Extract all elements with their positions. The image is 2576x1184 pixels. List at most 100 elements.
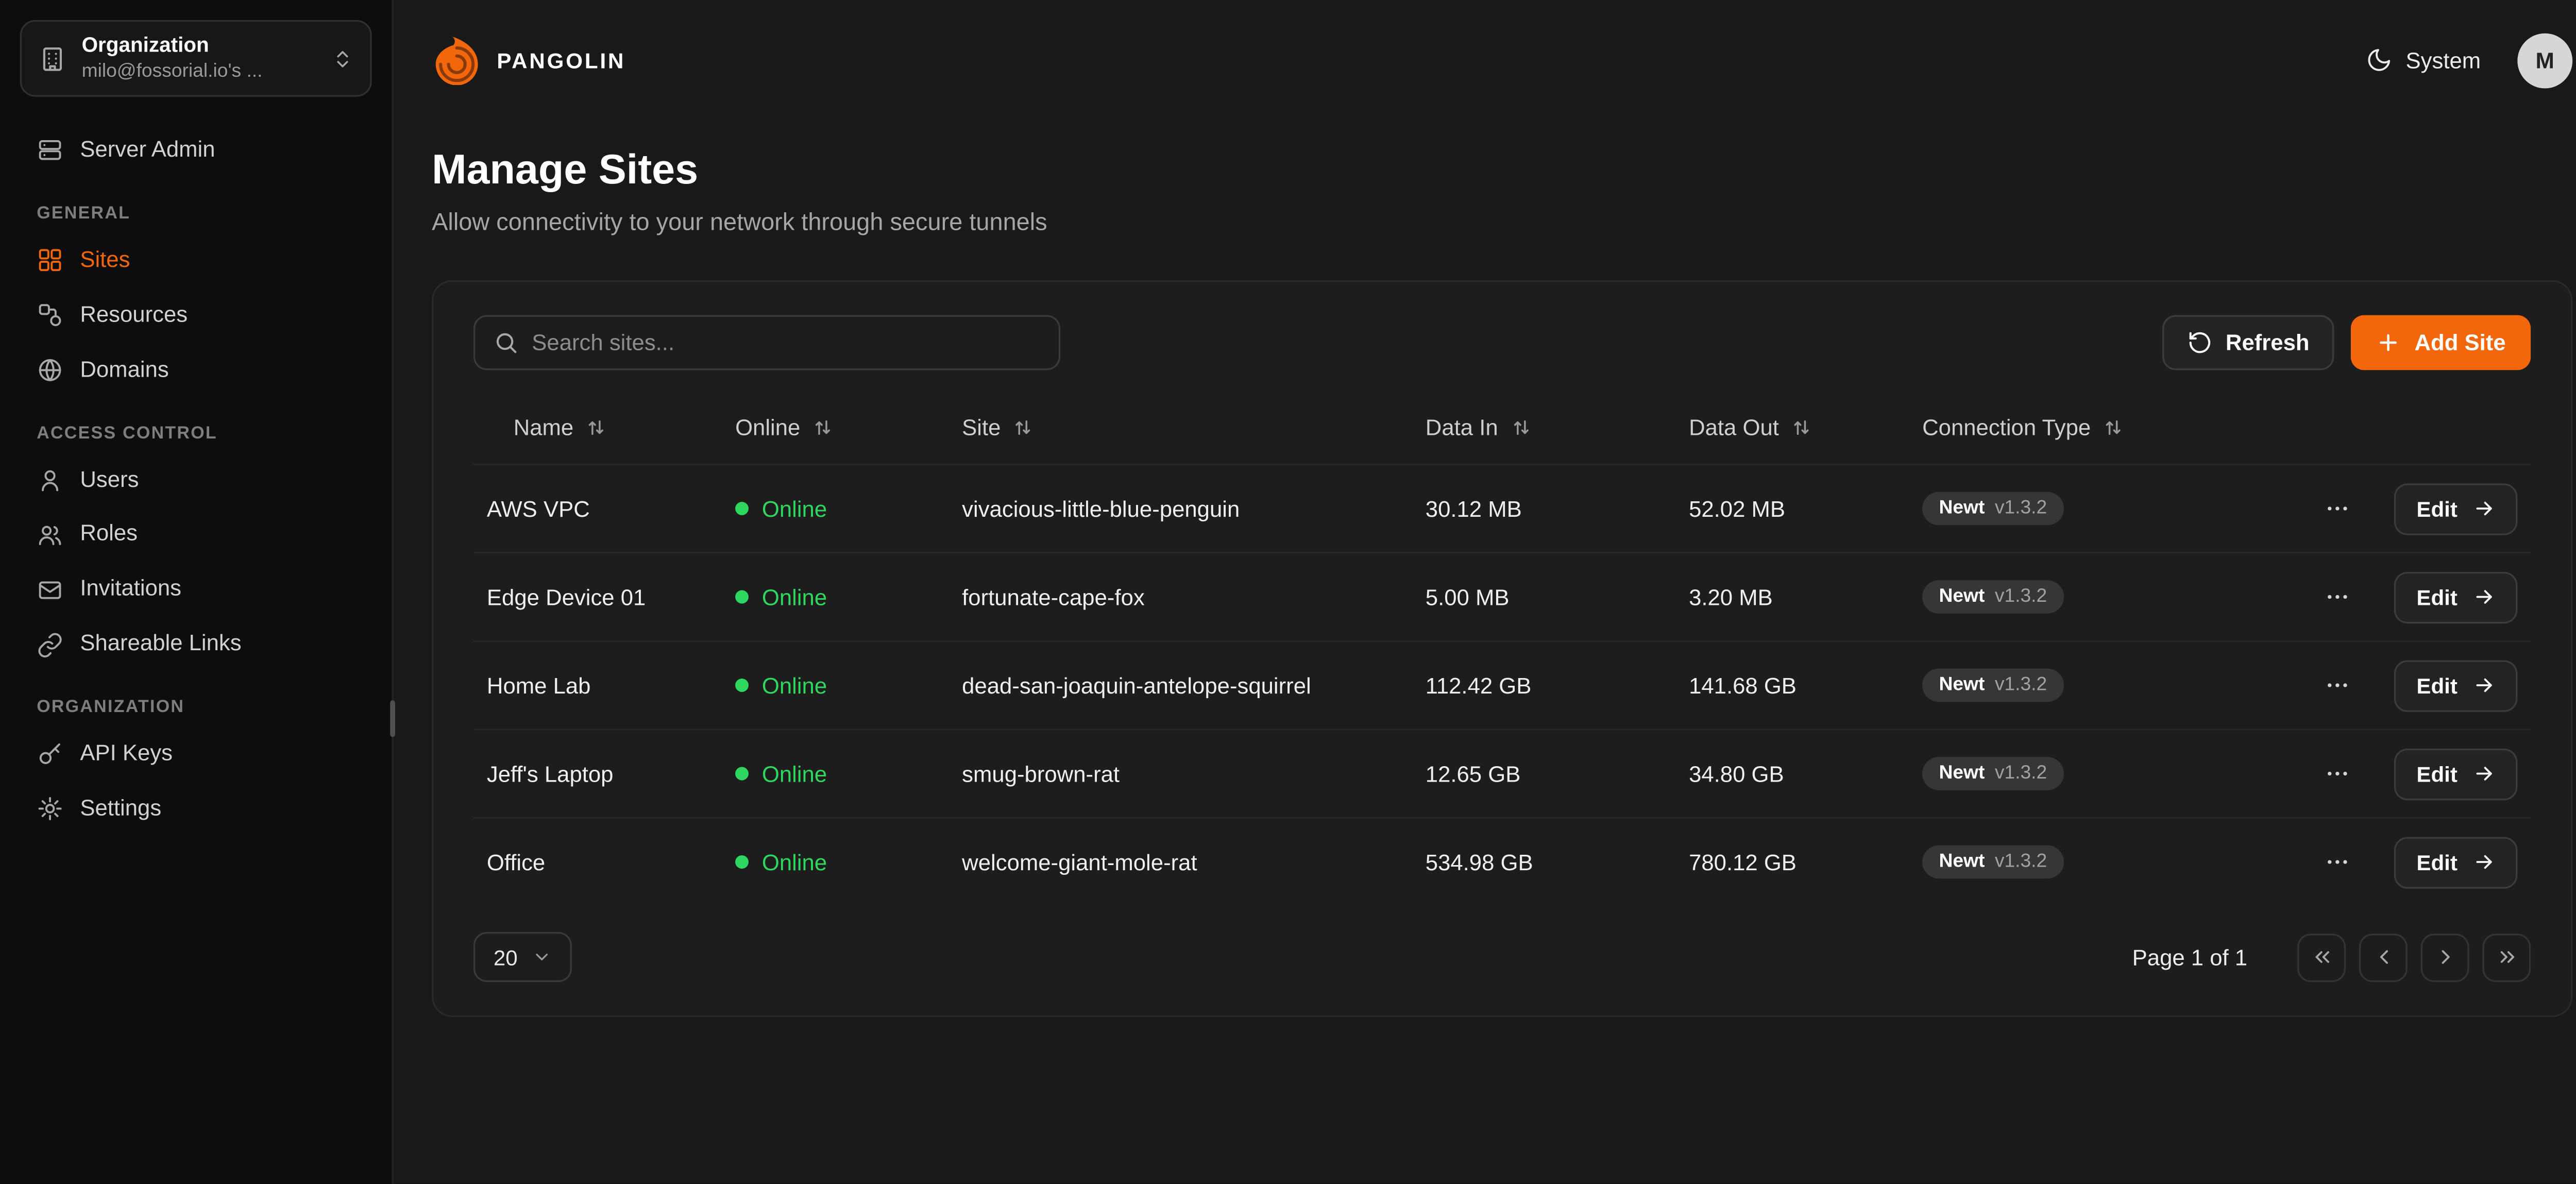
online-label: Online <box>762 850 827 875</box>
site-slug: welcome-giant-mole-rat <box>962 850 1426 875</box>
edit-label: Edit <box>2416 850 2457 875</box>
prev-page-button[interactable] <box>2359 933 2408 982</box>
edit-button[interactable]: Edit <box>2395 571 2517 622</box>
sidebar-item-label: API Keys <box>80 740 173 769</box>
brand-home-link[interactable]: PANGOLIN <box>432 35 625 85</box>
page-title: Manage Sites <box>432 147 2572 195</box>
edit-button[interactable]: Edit <box>2395 483 2517 534</box>
client-name: Newt <box>1939 764 1985 784</box>
row-menu-button[interactable] <box>2321 845 2355 879</box>
connection-type-badge: Newt v1.3.2 <box>1922 492 2063 526</box>
page-size-value: 20 <box>494 944 518 970</box>
table-header-row: Name Online Site Data In Data Out <box>473 390 2531 463</box>
table-toolbar: Refresh Add Site <box>473 315 2531 370</box>
plus-icon <box>2376 330 2401 356</box>
workflow-icon <box>37 302 63 329</box>
topbar: PANGOLIN System M <box>432 0 2572 120</box>
table-row: Office Online welcome-giant-mole-rat 534… <box>473 817 2531 906</box>
sidebar-item-roles[interactable]: Roles <box>20 508 372 562</box>
sidebar-item-server-admin[interactable]: Server Admin <box>20 123 372 178</box>
next-page-button[interactable] <box>2421 933 2469 982</box>
row-menu-button[interactable] <box>2321 757 2355 790</box>
sidebar-item-users[interactable]: Users <box>20 453 372 508</box>
gear-icon <box>37 796 63 823</box>
data-out-value: 34.80 GB <box>1689 761 1922 786</box>
sidebar-item-resources[interactable]: Resources <box>20 288 372 343</box>
data-in-value: 112.42 GB <box>1426 673 1689 698</box>
theme-toggle[interactable]: System <box>2366 47 2481 74</box>
client-version: v1.3.2 <box>1995 852 2047 872</box>
sidebar-item-label: Shareable Links <box>80 631 241 659</box>
data-out-value: 780.12 GB <box>1689 850 1922 875</box>
sidebar-item-sites[interactable]: Sites <box>20 233 372 288</box>
row-menu-button[interactable] <box>2321 492 2355 526</box>
connection-type-cell: Newtv1.3.2 <box>1922 845 2239 879</box>
column-label: Online <box>735 414 800 439</box>
pagination-buttons <box>2297 933 2531 982</box>
search-box <box>473 315 1060 370</box>
page-size-select[interactable]: 20 <box>473 932 572 982</box>
online-label: Online <box>762 761 827 786</box>
sort-arrows-icon <box>585 416 607 437</box>
edit-button[interactable]: Edit <box>2395 836 2517 888</box>
data-out-value: 3.20 MB <box>1689 584 1922 610</box>
column-header-connection-type[interactable]: Connection Type <box>1922 414 2239 439</box>
first-page-button[interactable] <box>2297 933 2346 982</box>
online-status: Online <box>735 673 962 698</box>
site-slug: vivacious-little-blue-penguin <box>962 496 1426 521</box>
add-site-label: Add Site <box>2414 330 2505 356</box>
toolbar-buttons: Refresh Add Site <box>2162 315 2531 370</box>
sidebar-item-invitations[interactable]: Invitations <box>20 562 372 617</box>
table-footer: 20 Page 1 of 1 <box>473 932 2531 982</box>
chevrons-up-down-icon <box>332 47 353 69</box>
client-name: Newt <box>1939 499 1985 519</box>
topbar-right: System M <box>2366 32 2572 88</box>
edit-button[interactable]: Edit <box>2395 748 2517 799</box>
online-dot-icon <box>735 855 749 869</box>
client-version: v1.3.2 <box>1995 675 2047 696</box>
org-selector[interactable]: Organization milo@fossorial.io's ... <box>20 20 372 97</box>
sidebar-item-shareable-links[interactable]: Shareable Links <box>20 617 372 672</box>
row-menu-button[interactable] <box>2321 580 2355 614</box>
sidebar-item-domains[interactable]: Domains <box>20 343 372 397</box>
site-name: Office <box>473 850 735 875</box>
sites-grid-icon <box>37 247 63 274</box>
column-header-data-in[interactable]: Data In <box>1426 414 1689 439</box>
row-actions: Edit <box>2239 748 2531 799</box>
link-icon <box>37 631 63 658</box>
add-site-button[interactable]: Add Site <box>2351 315 2531 370</box>
data-out-value: 141.68 GB <box>1689 673 1922 698</box>
sidebar-resize-handle[interactable] <box>390 700 395 737</box>
sidebar-item-api-keys[interactable]: API Keys <box>20 727 372 782</box>
sidebar-section-heading: ACCESS CONTROL <box>20 398 372 453</box>
page-info: Page 1 of 1 <box>2132 944 2247 970</box>
sidebar-item-settings[interactable]: Settings <box>20 782 372 836</box>
sort-arrows-icon <box>1791 416 1812 437</box>
row-menu-button[interactable] <box>2321 669 2355 702</box>
edit-label: Edit <box>2416 673 2457 698</box>
avatar[interactable]: M <box>2517 32 2572 88</box>
connection-type-cell: Newt v1.3.2 <box>1922 492 2239 526</box>
search-input[interactable] <box>532 330 1040 356</box>
column-label: Site <box>962 414 1001 439</box>
refresh-button[interactable]: Refresh <box>2162 315 2334 370</box>
connection-type-cell: Newtv1.3.2 <box>1922 757 2239 790</box>
users-icon <box>37 521 63 548</box>
page-subtitle: Allow connectivity to your network throu… <box>432 210 2572 237</box>
column-header-online[interactable]: Online <box>735 414 962 439</box>
client-name: Newt <box>1939 675 1985 696</box>
column-header-site[interactable]: Site <box>962 414 1426 439</box>
client-version: v1.3.2 <box>1995 499 2047 519</box>
online-dot-icon <box>735 679 749 692</box>
sort-arrows-icon <box>1510 416 1531 437</box>
column-label: Connection Type <box>1922 414 2091 439</box>
last-page-button[interactable] <box>2482 933 2531 982</box>
sort-arrows-icon <box>2103 416 2124 437</box>
column-label: Data Out <box>1689 414 1779 439</box>
sidebar-item-label: Sites <box>80 247 130 275</box>
column-header-data-out[interactable]: Data Out <box>1689 414 1922 439</box>
row-actions: Edit <box>2239 483 2531 534</box>
edit-button[interactable]: Edit <box>2395 659 2517 711</box>
sidebar-section-heading: ORGANIZATION <box>20 672 372 727</box>
column-header-name[interactable]: Name <box>473 414 735 439</box>
